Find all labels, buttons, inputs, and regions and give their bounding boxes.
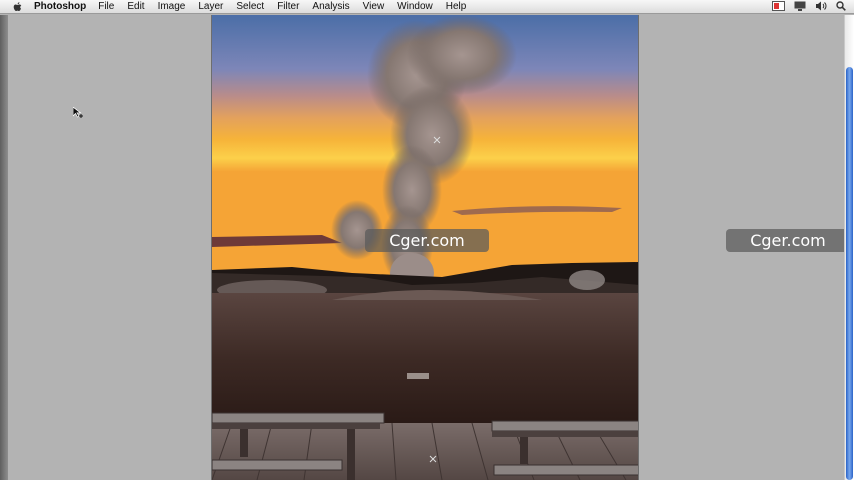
menu-app-photoshop[interactable]: Photoshop (34, 0, 86, 14)
menu-view[interactable]: View (363, 0, 385, 14)
volume-icon[interactable] (815, 1, 827, 14)
menu-bar: Photoshop File Edit Image Layer Select F… (0, 0, 854, 14)
vertical-scrollbar[interactable] (844, 15, 854, 480)
menu-help[interactable]: Help (446, 0, 467, 14)
menu-filter[interactable]: Filter (277, 0, 299, 14)
fast-user-switch-icon[interactable] (772, 0, 785, 14)
menu-file[interactable]: File (98, 0, 114, 14)
scroll-thumb[interactable] (846, 67, 853, 480)
arrow-cursor-icon (73, 107, 83, 118)
display-icon[interactable] (794, 1, 806, 14)
window-left-edge (0, 15, 8, 480)
watermark-cger-2: Cger.com (726, 229, 850, 252)
menu-image[interactable]: Image (158, 0, 186, 14)
menu-edit[interactable]: Edit (127, 0, 144, 14)
watermark-cger-1: Cger.com (365, 229, 489, 252)
apple-icon[interactable] (12, 1, 24, 13)
menu-analysis[interactable]: Analysis (312, 0, 349, 14)
menu-select[interactable]: Select (236, 0, 264, 14)
spotlight-search-icon[interactable] (836, 0, 846, 14)
menu-window[interactable]: Window (397, 0, 433, 14)
status-area (772, 0, 846, 14)
menu-layer[interactable]: Layer (198, 0, 223, 14)
